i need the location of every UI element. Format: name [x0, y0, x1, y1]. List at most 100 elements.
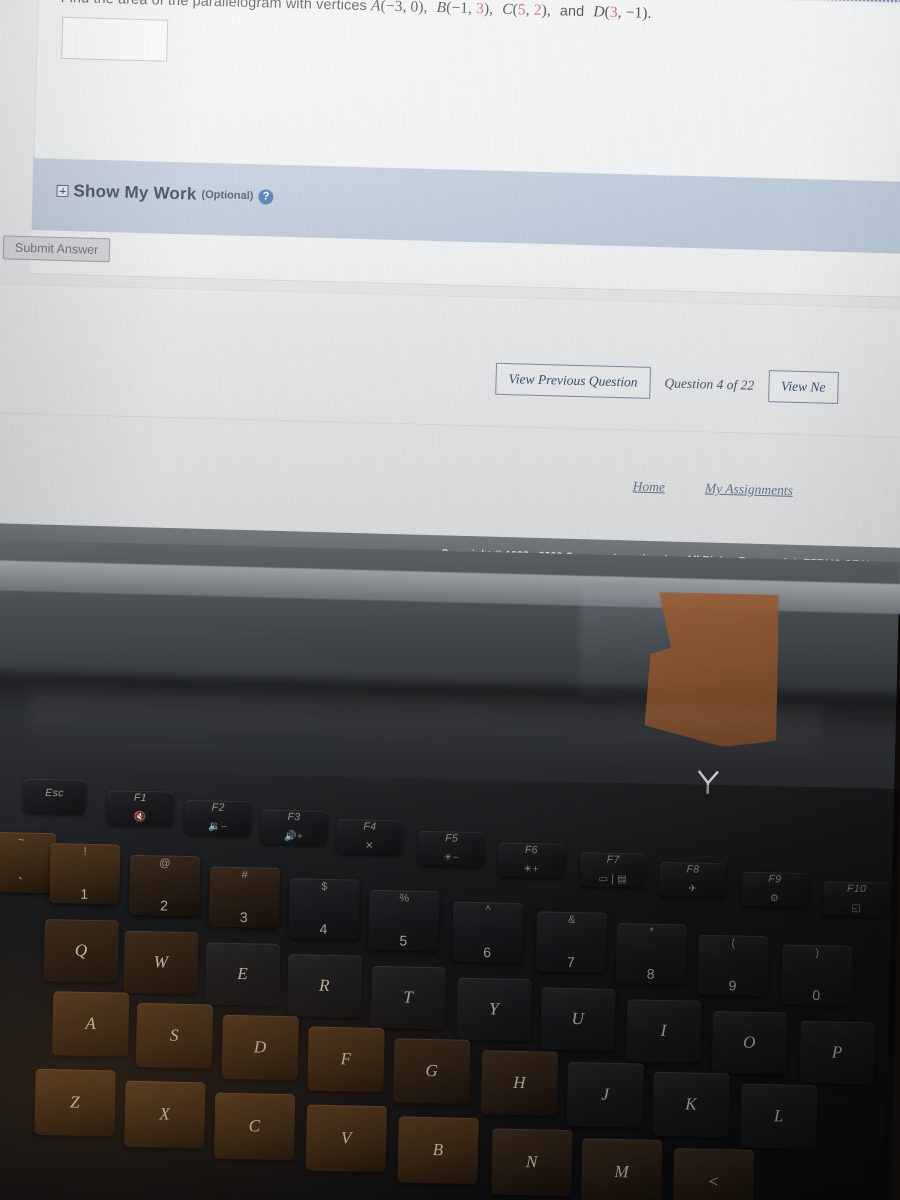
key-label: 5: [399, 932, 408, 949]
key-7[interactable]: & 7: [535, 911, 608, 973]
airplane-mode-icon: ✈: [688, 883, 698, 895]
key-label: J: [601, 1084, 610, 1104]
key-4[interactable]: $4: [288, 878, 360, 940]
key-d[interactable]: D: [221, 1014, 299, 1081]
key-z[interactable]: Z: [34, 1068, 116, 1137]
key-label: W: [153, 952, 169, 972]
plus-box-icon[interactable]: [56, 184, 69, 198]
key-q[interactable]: Q: [43, 918, 119, 983]
key-label: F3: [287, 811, 301, 824]
key-f6[interactable]: F6 ☀+: [497, 842, 565, 878]
key-t[interactable]: T: [370, 965, 446, 1030]
key-h[interactable]: H: [480, 1050, 559, 1116]
key-l[interactable]: L: [740, 1083, 818, 1150]
key-g[interactable]: G: [393, 1038, 471, 1104]
key-label: E: [237, 964, 249, 984]
key-shift-label: ~: [17, 834, 26, 847]
show-my-work-title: Show My Work: [73, 181, 197, 204]
key-label: X: [159, 1104, 171, 1124]
key-label: V: [340, 1128, 352, 1148]
key-x[interactable]: X: [124, 1080, 206, 1149]
key-1[interactable]: ! 1: [49, 843, 121, 905]
key-o[interactable]: O: [711, 1010, 788, 1075]
key-3[interactable]: #3: [208, 866, 281, 928]
key-f2[interactable]: F2 🔉−: [184, 799, 252, 836]
brightness-up-icon: ☀+: [523, 863, 539, 876]
key-2[interactable]: @2: [128, 854, 201, 917]
key-v[interactable]: V: [305, 1104, 388, 1173]
key-label: O: [742, 1032, 757, 1052]
key-f[interactable]: F: [307, 1026, 385, 1093]
key-label: 6: [483, 944, 492, 961]
key-0[interactable]: ) 0: [781, 944, 853, 1006]
settings-gear-icon: ⚙: [769, 893, 780, 905]
key-n[interactable]: N: [491, 1128, 573, 1197]
key-label: 9: [728, 977, 737, 994]
question-counter: Question 4 of 22: [664, 375, 755, 393]
key-p[interactable]: P: [799, 1020, 875, 1085]
key-f1[interactable]: F1 🔇: [106, 790, 174, 826]
key-esc[interactable]: Esc: [23, 778, 86, 814]
key-label: 3: [239, 909, 249, 926]
key-label: I: [660, 1020, 667, 1041]
key-label: F9: [768, 873, 782, 886]
key-shift-label: #: [241, 869, 249, 882]
key-a[interactable]: A: [52, 991, 130, 1057]
laptop-screen: Find the area of the parallelogram with …: [0, 0, 900, 600]
key-label: M: [614, 1161, 630, 1182]
key-label: 2: [159, 897, 169, 914]
key-5[interactable]: % 5: [368, 889, 440, 952]
key-8[interactable]: * 8: [615, 922, 687, 985]
view-previous-question-button[interactable]: View Previous Question: [495, 362, 651, 399]
key-9[interactable]: (9: [697, 934, 769, 997]
key-label: 1: [80, 885, 89, 902]
key-backtick[interactable]: ~ `: [0, 831, 57, 894]
key-comma[interactable]: <: [672, 1148, 755, 1200]
key-label: Esc: [45, 786, 65, 800]
key-label: B: [432, 1140, 444, 1160]
key-6[interactable]: ^ 6: [452, 901, 524, 963]
key-label: F6: [524, 844, 539, 857]
key-c[interactable]: C: [213, 1092, 296, 1161]
key-y[interactable]: Y: [456, 977, 532, 1042]
key-label: L: [773, 1106, 785, 1126]
key-u[interactable]: U: [540, 987, 616, 1051]
key-shift-label: $: [321, 880, 329, 893]
question-mark-help-icon[interactable]: ?: [258, 188, 274, 205]
key-shift-label: *: [649, 925, 655, 938]
key-r[interactable]: R: [286, 954, 363, 1018]
key-k[interactable]: K: [652, 1071, 730, 1138]
key-label: S: [169, 1025, 180, 1045]
key-i[interactable]: I: [626, 999, 702, 1063]
key-f5[interactable]: F5 ☀−: [418, 830, 485, 867]
key-f8[interactable]: F8 ✈: [659, 861, 727, 898]
key-shift-label: ): [815, 947, 820, 960]
key-s[interactable]: S: [135, 1002, 214, 1069]
key-f7[interactable]: F7 ▭❘▤: [579, 852, 647, 888]
vertex-d: D(3, −1): [593, 3, 648, 22]
key-e[interactable]: E: [205, 942, 281, 1006]
key-w[interactable]: W: [123, 930, 199, 995]
vertex-b: B(−1, 3): [436, 0, 490, 18]
key-label: F5: [445, 832, 459, 845]
key-f9[interactable]: F9 ⚙: [741, 871, 809, 907]
key-label: 0: [812, 987, 821, 1004]
key-shift-label: ^: [485, 904, 492, 917]
key-j[interactable]: J: [566, 1061, 644, 1128]
key-label: F10: [846, 882, 867, 896]
key-f3[interactable]: F3 🔊+: [260, 809, 328, 845]
key-f4[interactable]: F4 ✕: [336, 819, 404, 855]
key-label: Y: [488, 999, 500, 1019]
submit-answer-button[interactable]: Submit Answer: [2, 235, 111, 263]
my-assignments-link[interactable]: My Assignments: [705, 480, 793, 498]
home-link[interactable]: Home: [633, 479, 666, 496]
key-label: P: [831, 1042, 843, 1062]
speaker-mute-icon: 🔇: [133, 811, 147, 824]
key-m[interactable]: M: [581, 1138, 663, 1200]
key-label: A: [85, 1013, 97, 1034]
answer-input[interactable]: [61, 16, 169, 62]
key-f10[interactable]: F10 ◱: [823, 881, 890, 917]
view-next-question-button[interactable]: View Ne: [767, 370, 839, 405]
show-my-work-optional: (Optional): [201, 188, 254, 203]
key-b[interactable]: B: [397, 1116, 479, 1185]
